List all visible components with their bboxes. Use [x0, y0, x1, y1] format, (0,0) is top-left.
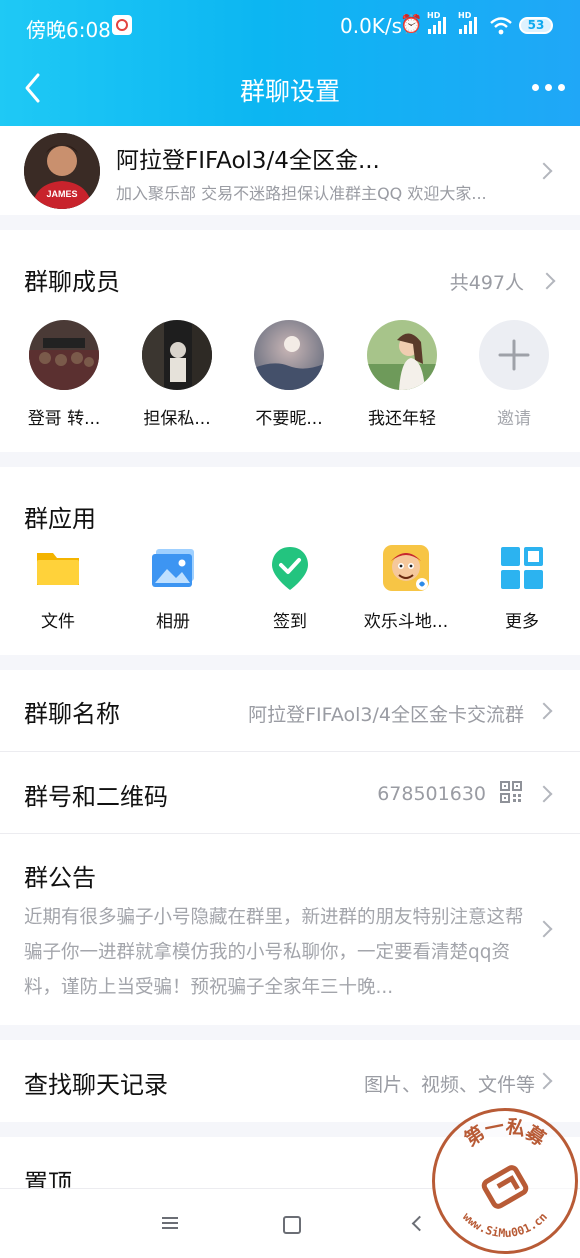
- apps-title: 群应用: [24, 505, 96, 533]
- checkin-icon: [272, 547, 308, 590]
- app-label: 文件: [41, 612, 75, 632]
- app-item-files[interactable]: 文件: [3, 545, 113, 632]
- chevron-right-icon: [541, 272, 553, 292]
- app-label: 更多: [505, 612, 539, 632]
- svg-text:第一私募: 第一私募: [460, 1115, 550, 1151]
- member-item[interactable]: 登哥 转...: [14, 320, 114, 429]
- album-icon: [152, 549, 194, 587]
- alarm-icon: ⏰: [400, 14, 423, 35]
- battery-icon: 53: [519, 17, 553, 34]
- notification-app-icon: [112, 15, 132, 35]
- app-label: 相册: [156, 612, 190, 632]
- app-item-game[interactable]: 欢乐斗地...: [351, 545, 461, 632]
- plus-icon: [479, 320, 549, 390]
- game-icon: [383, 545, 429, 591]
- grid-icon: [501, 547, 543, 589]
- signal-icon-2: [459, 16, 481, 34]
- status-time: 傍晚6:08: [26, 18, 111, 42]
- signal-icon: [428, 16, 450, 34]
- group-name: 阿拉登FIFAol3/4全区金...: [116, 148, 380, 174]
- divider: [0, 833, 580, 834]
- watermark-url: www.SiMu001.cn: [460, 1210, 550, 1241]
- member-item[interactable]: 不要昵...: [239, 320, 339, 429]
- qr-code-icon[interactable]: [500, 781, 522, 803]
- svg-text:JAMES: JAMES: [46, 189, 77, 199]
- invite-label: 邀请: [497, 409, 531, 429]
- menu-icon[interactable]: [162, 1217, 178, 1229]
- notice-label[interactable]: 群公告: [24, 858, 96, 893]
- app-item-more[interactable]: 更多: [467, 545, 577, 632]
- chevron-right-icon: [538, 785, 550, 805]
- chevron-right-icon: [538, 920, 550, 940]
- page-title: 群聊设置: [239, 77, 340, 106]
- members-title: 群聊成员: [24, 268, 120, 296]
- member-item[interactable]: 我还年轻: [352, 320, 452, 429]
- search-history-label[interactable]: 查找聊天记录: [24, 1065, 168, 1100]
- watermark-seal: 第一私募 www.SiMu001.cn: [432, 1108, 578, 1254]
- member-name: 不要昵...: [255, 409, 323, 429]
- group-name-value: 阿拉登FIFAol3/4全区金卡交流群: [248, 704, 524, 726]
- header: 傍晚6:08 0.0K/s ⏰ HD HD 53 群聊设置: [0, 0, 580, 126]
- chevron-right-icon: [538, 162, 550, 182]
- home-icon[interactable]: [283, 1216, 301, 1234]
- member-name: 登哥 转...: [27, 409, 101, 429]
- app-item-album[interactable]: 相册: [118, 545, 228, 632]
- group-description: 加入聚乐部 交易不迷路担保认准群主QQ 欢迎大家...: [116, 184, 487, 203]
- network-speed: 0.0K/s: [340, 14, 403, 38]
- member-avatar: [367, 320, 437, 390]
- member-item[interactable]: 担保私...: [127, 320, 227, 429]
- app-label: 欢乐斗地...: [363, 612, 449, 632]
- group-name-label[interactable]: 群聊名称: [24, 694, 120, 729]
- folder-icon: [37, 553, 79, 585]
- wifi-icon: [490, 17, 512, 35]
- members-count[interactable]: 共497人: [450, 268, 524, 295]
- divider: [0, 751, 580, 752]
- svg-text:www.SiMu001.cn: www.SiMu001.cn: [460, 1210, 550, 1241]
- member-avatar: [254, 320, 324, 390]
- notice-text: 近期有很多骗子小号隐藏在群里，新进群的朋友特别注意这帮骗子你一进群就拿模仿我的小…: [24, 907, 524, 998]
- back-icon[interactable]: [410, 1216, 422, 1230]
- watermark-title: 第一私募: [460, 1115, 550, 1151]
- status-bar: 傍晚6:08 0.0K/s ⏰ HD HD 53: [0, 0, 580, 52]
- chevron-right-icon: [538, 1072, 550, 1092]
- app-item-checkin[interactable]: 签到: [235, 545, 345, 632]
- app-label: 签到: [273, 612, 307, 632]
- member-avatar: [142, 320, 212, 390]
- group-number-value: 678501630: [377, 783, 486, 805]
- group-number-label[interactable]: 群号和二维码: [24, 777, 168, 812]
- chevron-right-icon: [538, 702, 550, 722]
- more-options-icon[interactable]: [532, 80, 568, 94]
- search-history-value: 图片、视频、文件等: [363, 1074, 535, 1096]
- member-name: 担保私...: [143, 409, 211, 429]
- group-avatar: JAMES: [24, 133, 100, 209]
- member-name: 我还年轻: [368, 409, 436, 429]
- member-avatar: [29, 320, 99, 390]
- invite-button[interactable]: 邀请: [464, 320, 564, 429]
